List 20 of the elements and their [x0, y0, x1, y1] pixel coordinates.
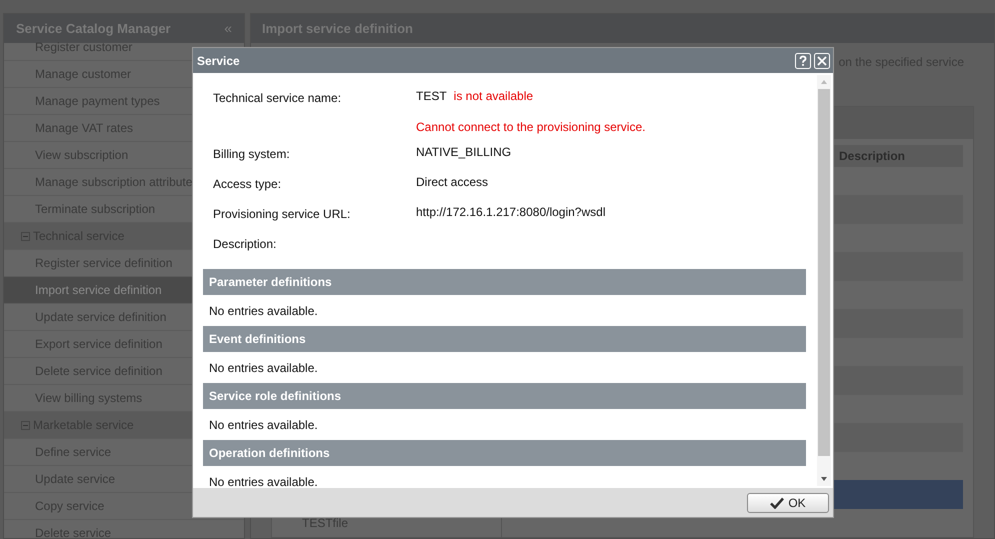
- field-value: TEST: [416, 88, 447, 105]
- checkmark-icon: [770, 496, 784, 508]
- help-icon[interactable]: [795, 52, 811, 68]
- scroll-up-icon[interactable]: [820, 78, 828, 86]
- collapse-icon[interactable]: [21, 420, 30, 430]
- ok-button[interactable]: OK: [747, 492, 829, 512]
- field-value: NATIVE_BILLING: [416, 144, 512, 161]
- field-value: Direct access: [416, 174, 488, 191]
- section-header: Parameter definitions: [203, 269, 806, 295]
- field-value: http://172.16.1.217:8080/login?wsdl: [416, 204, 606, 221]
- error-message: Cannot connect to the provisioning service.: [416, 119, 646, 136]
- close-icon[interactable]: [814, 52, 830, 68]
- section-header: Service role definitions: [203, 383, 806, 409]
- section-header: Event definitions: [203, 326, 806, 352]
- section-header: Operation definitions: [203, 440, 806, 466]
- status-text: is not available: [454, 88, 534, 105]
- scrollbar-thumb[interactable]: [818, 89, 830, 456]
- collapse-icon[interactable]: [21, 232, 30, 240]
- scrollbar[interactable]: [817, 75, 831, 486]
- scroll-down-icon[interactable]: [820, 475, 828, 483]
